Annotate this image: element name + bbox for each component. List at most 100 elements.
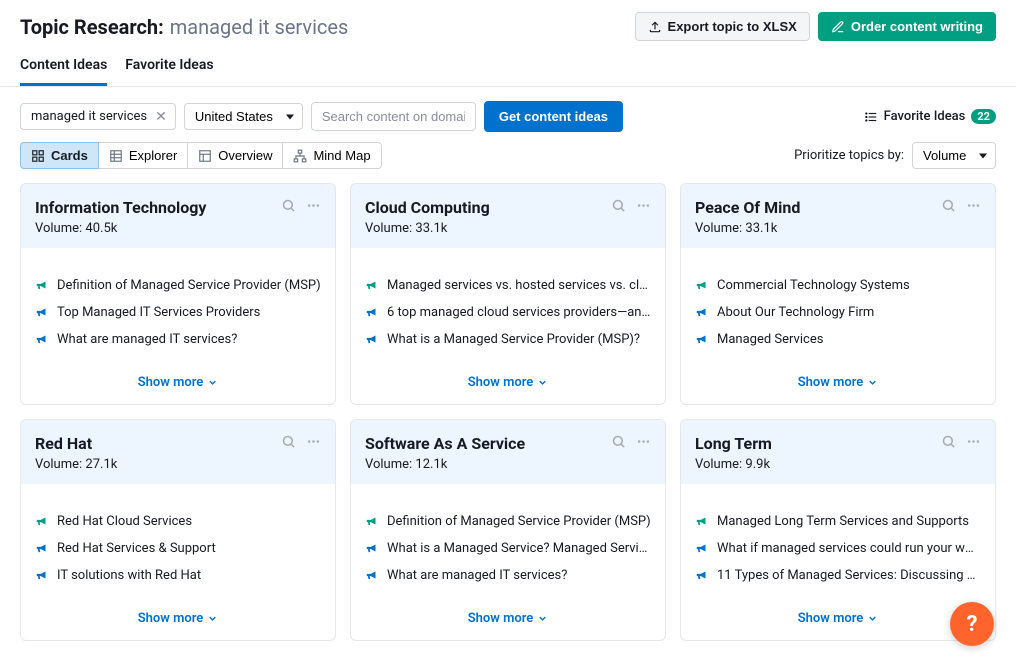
idea-item[interactable]: 11 Types of Managed Services: Discussing… (695, 568, 981, 583)
show-more-button[interactable]: Show more (351, 603, 665, 640)
country-select[interactable]: United States (184, 103, 303, 130)
chevron-down-icon (207, 377, 218, 388)
bullhorn-icon (35, 514, 49, 528)
search-icon[interactable] (281, 434, 296, 449)
more-icon[interactable] (306, 434, 321, 449)
idea-text: 6 top managed cloud services providers—a… (387, 305, 651, 320)
topic-card: Cloud Computing Volume: 33.1k Managed se… (350, 183, 666, 405)
bullhorn-icon (35, 305, 49, 319)
idea-item[interactable]: Definition of Managed Service Provider (… (35, 278, 321, 293)
idea-item[interactable]: Managed Services (695, 332, 981, 347)
prioritize-label: Prioritize topics by: (794, 148, 904, 163)
topic-chip-clear-icon[interactable]: ✕ (155, 110, 167, 124)
topic-card: Peace Of Mind Volume: 33.1k Commercial T… (680, 183, 996, 405)
view-overview-button[interactable]: Overview (187, 142, 283, 169)
search-icon[interactable] (611, 198, 626, 213)
favorite-ideas-count: 22 (971, 109, 996, 124)
idea-text: Commercial Technology Systems (717, 278, 910, 293)
bullhorn-icon (365, 541, 379, 555)
chevron-down-icon (867, 377, 878, 388)
volume-value: 33.1k (415, 221, 447, 236)
volume-label: Volume: (35, 221, 82, 236)
idea-text: IT solutions with Red Hat (57, 568, 201, 583)
favorite-ideas-link[interactable]: Favorite Ideas 22 (864, 109, 996, 124)
get-content-ideas-button[interactable]: Get content ideas (484, 101, 623, 132)
idea-item[interactable]: What are managed IT services? (365, 568, 651, 583)
topic-card: Information Technology Volume: 40.5k Def… (20, 183, 336, 405)
bullhorn-icon (365, 305, 379, 319)
prioritize-select[interactable]: Volume (912, 142, 996, 169)
idea-item[interactable]: Managed Long Term Services and Supports (695, 514, 981, 529)
tab-favorite-ideas[interactable]: Favorite Ideas (125, 49, 213, 86)
topic-card: Software As A Service Volume: 12.1k Defi… (350, 419, 666, 641)
idea-item[interactable]: About Our Technology Firm (695, 305, 981, 320)
list-icon (864, 110, 878, 124)
search-icon[interactable] (941, 434, 956, 449)
idea-text: What are managed IT services? (57, 332, 237, 347)
idea-item[interactable]: 6 top managed cloud services providers—a… (365, 305, 651, 320)
volume-value: 27.1k (85, 457, 117, 472)
volume-label: Volume: (35, 457, 82, 472)
tabs: Content Ideas Favorite Ideas (0, 49, 1016, 87)
idea-text: Definition of Managed Service Provider (… (387, 514, 651, 529)
idea-item[interactable]: Red Hat Services & Support (35, 541, 321, 556)
idea-text: What is a Managed Service? Managed Servi… (387, 541, 651, 556)
more-icon[interactable] (306, 198, 321, 213)
idea-item[interactable]: Definition of Managed Service Provider (… (365, 514, 651, 529)
bullhorn-icon (35, 541, 49, 555)
help-button[interactable]: ? (950, 602, 994, 646)
table-icon (109, 149, 123, 163)
idea-text: Red Hat Services & Support (57, 541, 216, 556)
idea-item[interactable]: IT solutions with Red Hat (35, 568, 321, 583)
topic-chip[interactable]: managed it services ✕ (20, 103, 176, 130)
show-more-button[interactable]: Show more (21, 367, 335, 404)
card-title: Peace Of Mind (695, 198, 800, 217)
more-icon[interactable] (966, 198, 981, 213)
chevron-down-icon (537, 377, 548, 388)
view-toggle: Cards Explorer Overview Mind Map (20, 142, 382, 169)
idea-item[interactable]: Red Hat Cloud Services (35, 514, 321, 529)
search-icon[interactable] (611, 434, 626, 449)
order-content-button[interactable]: Order content writing (818, 12, 996, 41)
domain-search-input[interactable] (311, 102, 476, 131)
more-icon[interactable] (636, 434, 651, 449)
show-more-button[interactable]: Show more (21, 603, 335, 640)
show-more-button[interactable]: Show more (351, 367, 665, 404)
search-icon[interactable] (281, 198, 296, 213)
upload-icon (648, 20, 662, 34)
idea-text: Managed Long Term Services and Supports (717, 514, 969, 529)
export-xlsx-label: Export topic to XLSX (668, 19, 797, 34)
show-more-button[interactable]: Show more (681, 603, 995, 640)
show-more-button[interactable]: Show more (681, 367, 995, 404)
card-title: Long Term (695, 434, 772, 453)
bullhorn-icon (695, 278, 709, 292)
volume-label: Volume: (695, 221, 742, 236)
view-explorer-button[interactable]: Explorer (98, 142, 188, 169)
idea-text: What if managed services could run your … (717, 541, 981, 556)
idea-text: 11 Types of Managed Services: Discussing… (717, 568, 981, 583)
idea-item[interactable]: Top Managed IT Services Providers (35, 305, 321, 320)
tab-content-ideas[interactable]: Content Ideas (20, 49, 107, 86)
idea-item[interactable]: What if managed services could run your … (695, 541, 981, 556)
export-xlsx-button[interactable]: Export topic to XLSX (635, 12, 810, 41)
idea-text: Red Hat Cloud Services (57, 514, 192, 529)
idea-item[interactable]: What is a Managed Service? Managed Servi… (365, 541, 651, 556)
view-cards-button[interactable]: Cards (20, 142, 99, 169)
idea-item[interactable]: What are managed IT services? (35, 332, 321, 347)
chevron-down-icon (207, 613, 218, 624)
bullhorn-icon (35, 568, 49, 582)
view-mindmap-button[interactable]: Mind Map (282, 142, 381, 169)
idea-item[interactable]: Commercial Technology Systems (695, 278, 981, 293)
volume-value: 40.5k (85, 221, 117, 236)
card-title: Red Hat (35, 434, 117, 453)
idea-text: Top Managed IT Services Providers (57, 305, 260, 320)
idea-item[interactable]: What is a Managed Service Provider (MSP)… (365, 332, 651, 347)
topic-chip-text: managed it services (31, 109, 147, 124)
more-icon[interactable] (636, 198, 651, 213)
search-icon[interactable] (941, 198, 956, 213)
topic-card: Red Hat Volume: 27.1k Red Hat Cloud Serv… (20, 419, 336, 641)
more-icon[interactable] (966, 434, 981, 449)
favorite-ideas-label: Favorite Ideas (884, 109, 966, 124)
idea-item[interactable]: Managed services vs. hosted services vs.… (365, 278, 651, 293)
show-more-label: Show more (468, 611, 534, 626)
